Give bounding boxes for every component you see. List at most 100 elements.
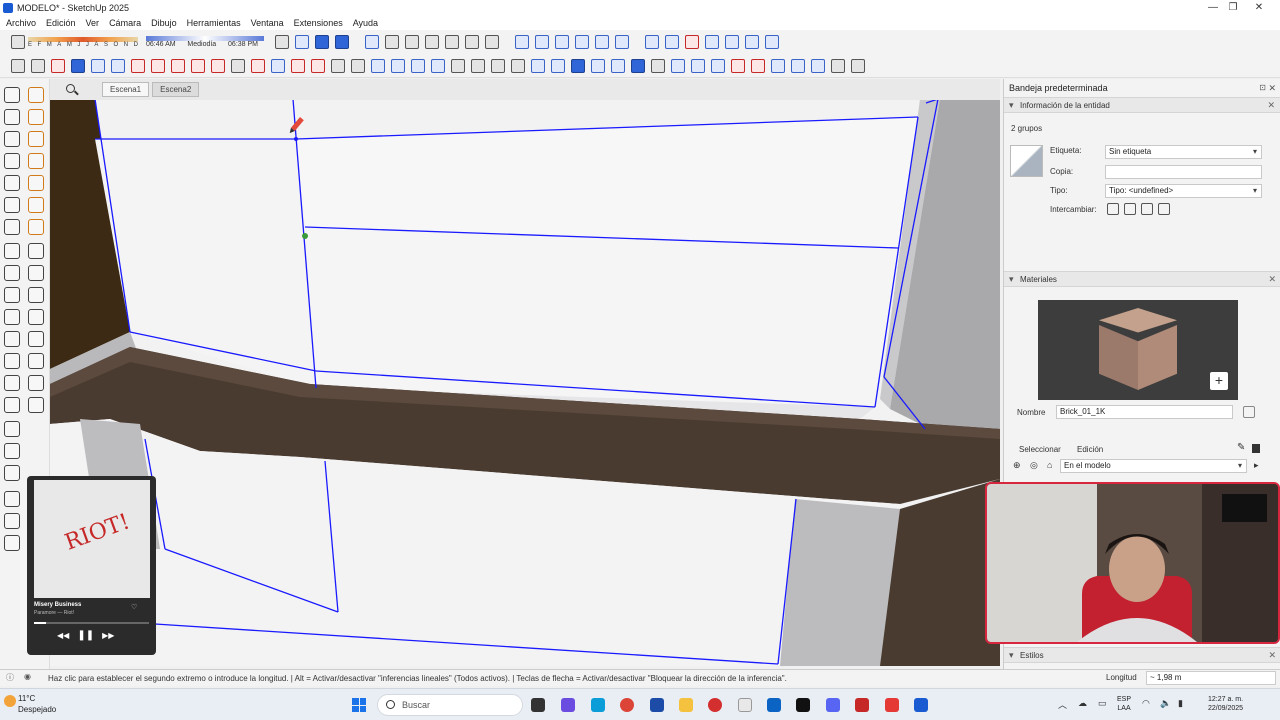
cube-icon[interactable] (28, 309, 44, 325)
lock-icon[interactable] (1252, 444, 1260, 453)
right-view-icon[interactable] (425, 35, 439, 49)
add-icon[interactable] (651, 58, 665, 73)
settings-tool-icon[interactable] (4, 535, 20, 551)
lock-icon[interactable] (4, 287, 20, 303)
paint-tool-icon[interactable] (28, 87, 44, 103)
select-tool-icon[interactable] (4, 87, 20, 103)
windows-start-icon[interactable] (352, 698, 366, 712)
network-icon[interactable]: ▭ (1098, 698, 1107, 709)
cloud-icon[interactable]: ☁ (1078, 698, 1087, 709)
outliner-icon[interactable] (711, 58, 725, 73)
chevron-up-icon[interactable]: ︿ (1058, 698, 1067, 711)
menu-extensiones[interactable]: Extensiones (294, 18, 343, 28)
axes-tool-icon[interactable] (28, 197, 44, 213)
xray-icon[interactable] (315, 35, 329, 49)
rectangle-tool-icon[interactable] (111, 58, 125, 73)
weather-icon[interactable] (4, 695, 16, 707)
top-icon[interactable] (28, 265, 44, 281)
app-red-icon[interactable] (855, 698, 869, 712)
file-explorer-icon[interactable] (679, 698, 693, 712)
warehouse-icon[interactable] (451, 58, 465, 73)
menu-ver[interactable]: Ver (86, 18, 100, 28)
layer-up-icon[interactable] (791, 58, 805, 73)
tab-escena1[interactable]: Escena1 (102, 82, 150, 97)
scenes-icon[interactable] (4, 491, 20, 507)
pan-icon[interactable] (295, 35, 309, 49)
clock[interactable]: 12:27 a. m. 22/09/2025 (1208, 695, 1243, 713)
drape-tool-icon[interactable] (4, 397, 20, 413)
search-icon[interactable] (62, 80, 82, 100)
sandbox-scratch-icon[interactable] (665, 35, 679, 49)
walk-tool-icon[interactable] (4, 153, 20, 169)
iso-view-icon[interactable] (365, 35, 379, 49)
add-detail-icon[interactable] (745, 35, 759, 49)
tab-seleccionar[interactable]: Seleccionar (1019, 445, 1061, 454)
protractor-icon[interactable] (271, 58, 285, 73)
offset-icon[interactable] (231, 58, 245, 73)
section-mode-icon[interactable] (615, 35, 629, 49)
material-library-dropdown[interactable]: En el modelo (1060, 459, 1247, 473)
select-icon[interactable] (31, 58, 45, 73)
shadow-receive-icon[interactable] (1158, 203, 1170, 215)
flip-edge-icon[interactable] (765, 35, 779, 49)
sandbox-contours-icon[interactable] (645, 35, 659, 49)
scale-tool-icon[interactable] (28, 287, 44, 303)
entity-info-header[interactable]: Información de la entidad ✕ (1004, 97, 1280, 113)
follow-me-icon[interactable] (151, 58, 165, 73)
outlook-icon[interactable] (767, 698, 781, 712)
shape-icon[interactable] (4, 331, 20, 347)
components-icon[interactable] (28, 243, 44, 259)
move-icon[interactable] (171, 58, 185, 73)
solid-union-icon[interactable] (371, 58, 385, 73)
solid-subtract-icon[interactable] (391, 58, 405, 73)
weather-widget[interactable]: 11°C Despejado (18, 693, 56, 715)
menu-archivo[interactable]: Archivo (6, 18, 36, 28)
box-icon[interactable] (28, 331, 44, 347)
language-indicator[interactable]: ESP LAA (1117, 695, 1131, 713)
app-icon[interactable] (738, 698, 752, 712)
battery-icon[interactable]: ▮ (1178, 698, 1183, 709)
layer-icon[interactable] (771, 58, 785, 73)
display-section-icon[interactable] (575, 35, 589, 49)
warehouse-tool-icon[interactable] (4, 309, 20, 325)
edge-icon[interactable] (591, 698, 605, 712)
menu-edicion[interactable]: Edición (46, 18, 76, 28)
pin-icon[interactable]: ⊡ (1259, 79, 1266, 97)
taskbar-search[interactable]: Buscar (377, 694, 523, 716)
line-tool-icon[interactable] (71, 58, 85, 73)
sphere-icon[interactable] (28, 353, 44, 369)
song-progress[interactable] (34, 622, 149, 624)
layer-down-icon[interactable] (811, 58, 825, 73)
like-icon[interactable]: ♡ (131, 603, 137, 611)
app-record-icon[interactable] (885, 698, 899, 712)
layers-icon[interactable] (4, 243, 20, 259)
axes-icon[interactable] (291, 58, 305, 73)
tab-edicion[interactable]: Edición (1077, 445, 1103, 454)
eye-icon[interactable] (1107, 203, 1119, 215)
section-tool-icon[interactable] (4, 197, 20, 213)
section-display-icon[interactable] (595, 35, 609, 49)
polygon-tool-icon[interactable] (28, 153, 44, 169)
zoom-extents-icon[interactable] (351, 58, 365, 73)
page-icon[interactable] (831, 58, 845, 73)
sandbox-icon[interactable] (4, 353, 20, 369)
create-material-button[interactable]: + (1210, 372, 1228, 390)
left-view-icon[interactable] (465, 35, 479, 49)
shadow-date-slider[interactable]: E F M A M J J A S O N D (28, 36, 138, 48)
tab-escena2[interactable]: Escena2 (152, 82, 200, 97)
material-swatch[interactable] (1010, 145, 1043, 177)
orbit-icon[interactable] (275, 35, 289, 49)
geo-icon[interactable]: ◉ (24, 672, 31, 681)
arc-tool-icon[interactable] (91, 58, 105, 73)
section-cuts-icon[interactable] (555, 35, 569, 49)
chrome-icon[interactable] (620, 698, 634, 712)
orbit-tool-icon[interactable] (4, 109, 20, 125)
magnet-icon[interactable] (611, 58, 625, 73)
shadow-cast-icon[interactable] (1141, 203, 1153, 215)
rotate-icon[interactable] (191, 58, 205, 73)
section-fill-icon[interactable] (535, 35, 549, 49)
material-name-field[interactable]: Brick_01_1K (1056, 405, 1233, 419)
push-pull-icon[interactable] (131, 58, 145, 73)
etiqueta-dropdown[interactable]: Sin etiqueta (1105, 145, 1262, 159)
menu-camara[interactable]: Cámara (109, 18, 141, 28)
